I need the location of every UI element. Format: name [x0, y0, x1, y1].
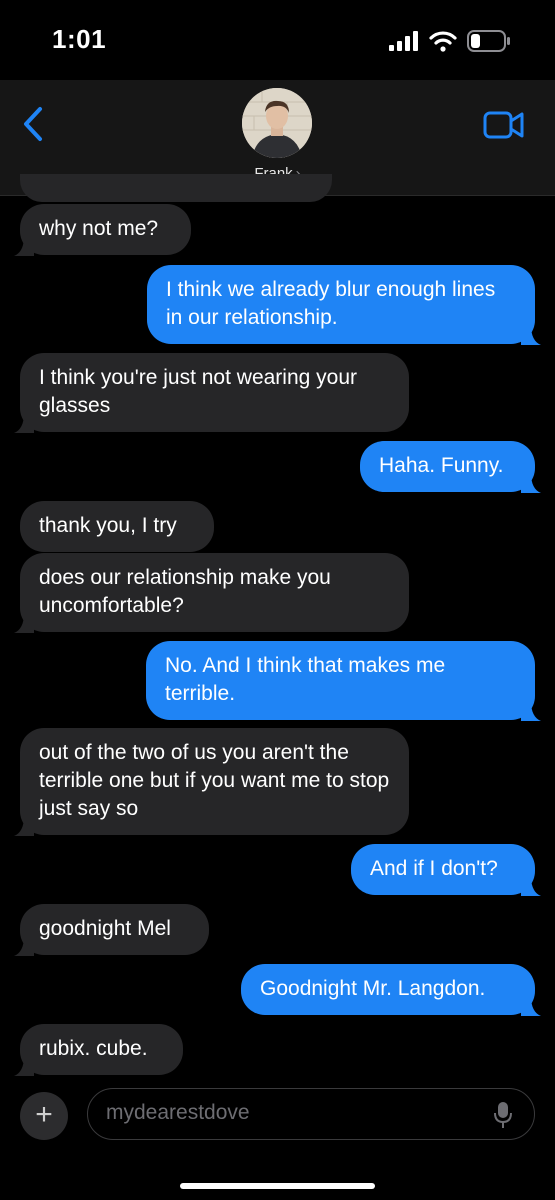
- bubble-tail: [521, 876, 541, 896]
- back-chevron-icon[interactable]: [20, 105, 48, 143]
- message-text: I think you're just not wearing your gla…: [39, 366, 358, 417]
- composer: + mydearestdove: [0, 1086, 555, 1146]
- message-text: Haha. Funny.: [379, 454, 504, 477]
- message-text: I think we already blur enough lines in …: [166, 278, 496, 329]
- message-bubble[interactable]: Goodnight Mr. Langdon.: [241, 964, 541, 1016]
- message-text: And if I don't?: [370, 857, 498, 880]
- home-indicator: [180, 1183, 375, 1189]
- avatar[interactable]: [242, 88, 312, 158]
- message-bubble[interactable]: No. And I think that makes me terrible.: [146, 641, 541, 721]
- message-thread[interactable]: why not me? I think we already blur enou…: [0, 174, 555, 1081]
- message-bubble[interactable]: I think you're just not wearing your gla…: [14, 353, 409, 433]
- message-bubble[interactable]: I think we already blur enough lines in …: [147, 265, 541, 345]
- message-bubble[interactable]: thank you, I try: [20, 501, 214, 552]
- message-text: goodnight Mel: [39, 917, 171, 940]
- bubble-tail: [14, 816, 34, 836]
- message-text: No. And I think that makes me terrible.: [165, 654, 446, 705]
- message-text: does our relationship make you uncomfort…: [39, 566, 331, 617]
- message-input[interactable]: mydearestdove: [87, 1088, 535, 1140]
- message-input-placeholder: mydearestdove: [106, 1101, 250, 1124]
- message-text: rubix. cube.: [39, 1037, 148, 1060]
- message-bubble[interactable]: And if I don't?: [351, 844, 541, 896]
- plus-button[interactable]: +: [20, 1092, 68, 1140]
- avatar-photo: [242, 88, 312, 158]
- message-bubble[interactable]: Haha. Funny.: [360, 441, 541, 493]
- microphone-icon[interactable]: [494, 1101, 512, 1129]
- bubble-tail: [14, 936, 34, 956]
- bubble-tail: [14, 613, 34, 633]
- bubble-tail: [14, 1056, 34, 1076]
- message-text: Goodnight Mr. Langdon.: [260, 977, 486, 1000]
- battery-icon: [467, 30, 510, 52]
- message-bubble-cutoff: [20, 174, 332, 202]
- bubble-tail: [521, 473, 541, 493]
- message-bubble[interactable]: rubix. cube.: [14, 1024, 183, 1076]
- status-icons: [389, 30, 511, 52]
- signal-icon: [389, 31, 418, 51]
- message-bubble[interactable]: does our relationship make you uncomfort…: [14, 553, 409, 633]
- wifi-icon: [429, 31, 457, 52]
- bubble-tail: [521, 996, 541, 1016]
- bubble-tail: [14, 236, 34, 256]
- status-time: 1:01: [52, 24, 107, 54]
- video-camera-icon[interactable]: [483, 110, 525, 140]
- message-bubble[interactable]: out of the two of us you aren't the terr…: [14, 728, 409, 836]
- message-text: out of the two of us you aren't the terr…: [39, 741, 390, 820]
- message-text: thank you, I try: [39, 514, 177, 537]
- message-text: why not me?: [39, 217, 159, 240]
- plus-icon: +: [35, 1098, 53, 1131]
- message-bubble[interactable]: why not me?: [14, 204, 191, 256]
- status-bar: 1:01: [0, 0, 555, 80]
- message-bubble[interactable]: goodnight Mel: [14, 904, 209, 956]
- bubble-tail: [521, 325, 541, 345]
- bubble-tail: [521, 701, 541, 721]
- bubble-tail: [14, 413, 34, 433]
